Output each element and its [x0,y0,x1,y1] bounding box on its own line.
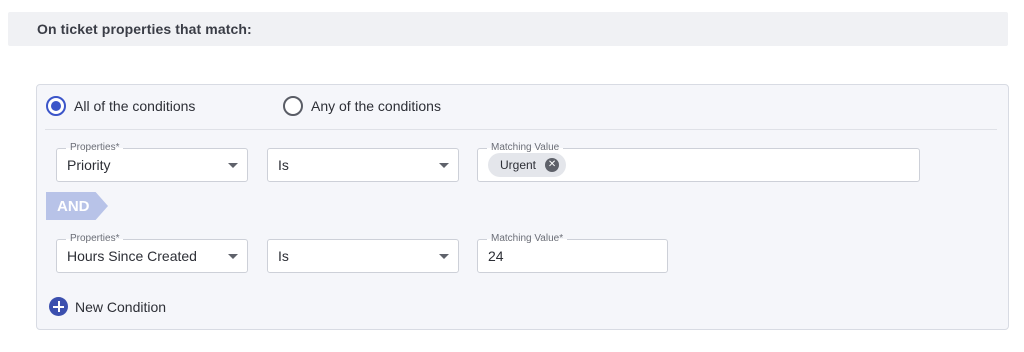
property-select-2[interactable]: Properties* Hours Since Created [56,232,248,273]
plus-circle-icon[interactable] [49,297,68,316]
operator-select-1[interactable]: Is [267,148,459,182]
matching-value-field-2[interactable]: Matching Value* 24 [477,232,668,273]
radio-checked-icon[interactable] [46,96,66,116]
chevron-down-icon[interactable] [439,163,449,168]
property-select-1[interactable]: Properties* Priority [56,141,248,182]
section-header: On ticket properties that match: [8,12,1008,46]
radio-all-conditions[interactable]: All of the conditions [46,96,195,116]
matching-value-2[interactable]: 24 [488,248,504,264]
property-value-1: Priority [67,157,111,173]
radio-label-all: All of the conditions [74,98,196,114]
operator-value-1: Is [278,157,289,173]
radio-any-conditions[interactable]: Any of the conditions [283,96,441,116]
property-label-2: Properties* [66,232,124,246]
match-mode-group: All of the conditions Any of the conditi… [37,85,1008,129]
conditions-panel: All of the conditions Any of the conditi… [36,84,1009,330]
radio-unchecked-icon[interactable] [283,96,303,116]
operator-select-2[interactable]: Is [267,239,459,273]
chip-label: Urgent [500,158,537,172]
divider [45,129,997,130]
value-chip: Urgent ✕ [488,153,567,177]
and-label: AND [57,198,90,215]
new-condition-button[interactable]: New Condition [49,297,166,316]
matching-label-2: Matching Value* [487,232,568,246]
and-connector-tag: AND [46,192,108,220]
property-value-2: Hours Since Created [67,248,197,264]
chevron-down-icon[interactable] [228,163,238,168]
matching-value-field-1[interactable]: Matching Value Urgent ✕ [477,141,920,182]
property-label-1: Properties* [66,141,124,155]
chevron-down-icon[interactable] [439,254,449,259]
operator-value-2: Is [278,248,289,264]
new-condition-label: New Condition [75,298,167,315]
close-icon[interactable]: ✕ [545,158,560,172]
section-title: On ticket properties that match: [37,21,252,37]
chevron-down-icon[interactable] [228,254,238,259]
radio-label-any: Any of the conditions [311,98,441,114]
